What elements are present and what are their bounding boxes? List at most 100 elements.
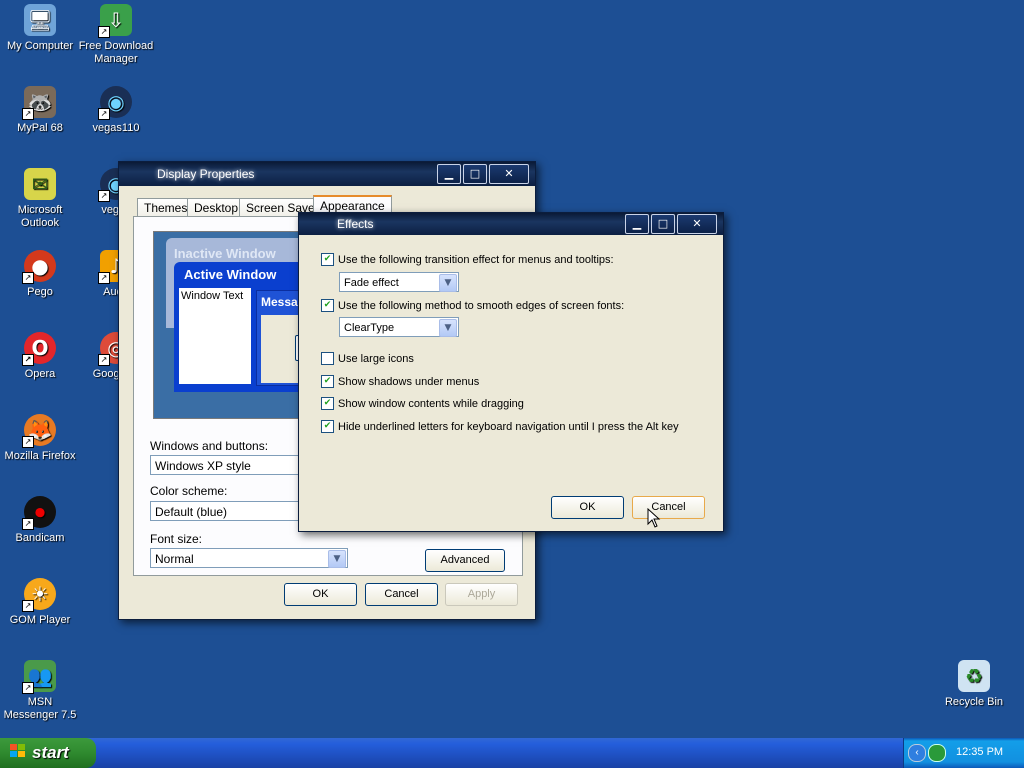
menu-shadows-label: Show shadows under menus [338,375,480,388]
desktop-icon-label: Bandicam [15,532,65,544]
minimize-button[interactable]: ▁ [625,214,649,234]
hide-underline-label: Hide underlined letters for keyboard nav… [338,420,679,433]
outlook-icon: ✉ [24,168,56,200]
effects-titlebar[interactable]: Effects ▁ □ ✕ [299,213,723,235]
desktop-icon-label: Microsoft Outlook [17,204,63,229]
advanced-button[interactable]: Advanced [425,549,505,572]
desktop-icon-bandicam[interactable]: ⏺ ↗ Bandicam [0,496,80,545]
shortcut-arrow-icon: ↗ [98,190,110,202]
active-window-preview: Active Window Window Text Messag [174,262,314,392]
shortcut-arrow-icon: ↗ [98,354,110,366]
color-scheme-select[interactable]: Default (blue) [150,501,300,521]
desktop-icon-msn[interactable]: 👥 ↗ MSN Messenger 7.5 [0,660,80,722]
active-window-title: Active Window [184,267,277,282]
menu-shadows-option[interactable]: ✔ Show shadows under menus [321,375,479,388]
desktop-icon-vegas110[interactable]: ◉ ↗ vegas110 [76,86,156,135]
large-icons-label: Use large icons [338,352,414,365]
smooth-edges-select[interactable]: ClearType ▼ [339,317,459,337]
desktop-icon-label: My Computer [6,40,74,52]
desktop-icon-label: Mozilla Firefox [4,450,76,462]
shortcut-arrow-icon: ↗ [22,600,34,612]
menu-shadows-checkbox[interactable]: ✔ [321,375,334,388]
effects-ok-button[interactable]: OK [551,496,624,519]
hide-underline-checkbox[interactable]: ✔ [321,420,334,433]
drag-contents-checkbox[interactable]: ✔ [321,397,334,410]
window-text-preview: Window Text [179,288,251,384]
start-button[interactable]: start [0,738,96,768]
bandicam-icon: ⏺ ↗ [22,496,56,530]
taskbar: start ‹ 12:35 PM [0,738,1024,768]
shortcut-arrow-icon: ↗ [22,682,34,694]
effects-cancel-button[interactable]: Cancel [632,496,705,519]
color-scheme-label: Color scheme: [150,484,228,498]
smooth-edges-option[interactable]: ✔ Use the following method to smooth edg… [321,299,624,312]
maximize-icon: □ [469,167,481,180]
hide-underline-option[interactable]: ✔ Hide underlined letters for keyboard n… [321,420,679,433]
minimize-button[interactable]: ▁ [437,164,461,184]
shortcut-arrow-icon: ↗ [22,436,34,448]
clock[interactable]: 12:35 PM [956,746,1003,758]
maximize-button[interactable]: □ [463,164,487,184]
raccoon-icon: 🦝 ↗ [22,86,56,120]
transition-effect-label: Use the following transition effect for … [338,253,614,266]
start-label: start [32,743,69,762]
desktop-icon-label: MyPal 68 [17,122,63,134]
display-properties-titlebar[interactable]: Display Properties ▁ □ ✕ [119,162,535,186]
desktop-icon-label: vegas110 [92,122,140,134]
desktop-icon-gom-player[interactable]: ☀ ↗ GOM Player [0,578,80,627]
windows-and-buttons-select[interactable]: Windows XP style [150,455,300,475]
desktop-icon-label: Pego [27,286,53,298]
chevron-down-icon: ▼ [439,319,457,337]
window-title: Display Properties [157,167,255,181]
download-manager-icon: ⇩ ↗ [98,4,132,38]
tab-themes[interactable]: Themes [137,198,195,217]
chevron-down-icon: ▼ [439,274,457,292]
transition-effect-checkbox[interactable]: ✔ [321,253,334,266]
close-icon: ✕ [504,167,514,180]
ok-button[interactable]: OK [284,583,357,606]
desktop-icon-recycle-bin[interactable]: ♻ Recycle Bin [934,660,1014,709]
large-icons-option[interactable]: Use large icons [321,352,414,365]
large-icons-checkbox[interactable] [321,352,334,365]
tab-desktop[interactable]: Desktop [187,198,246,217]
drag-contents-option[interactable]: ✔ Show window contents while dragging [321,397,524,410]
desktop-icon-opera[interactable]: O ↗ Opera [0,332,80,381]
desktop-icon-label: MSN Messenger 7.5 [3,696,77,721]
desktop-icon-my-computer[interactable]: 🖥 My Computer [0,4,80,53]
tray-expand-icon[interactable]: ‹ [908,744,926,762]
transition-effect-option[interactable]: ✔ Use the following transition effect fo… [321,253,614,266]
shortcut-arrow-icon: ↗ [22,354,34,366]
appearance-preview: Inactive Window Active Window Window Tex… [153,231,315,419]
cancel-button[interactable]: Cancel [365,583,438,606]
transition-effect-select[interactable]: Fade effect ▼ [339,272,459,292]
font-size-select[interactable]: Normal ▼ [150,548,348,568]
windows-flag-icon [10,738,26,768]
maximize-icon: □ [657,217,669,230]
desktop-icon-outlook[interactable]: ✉ Microsoft Outlook [0,168,80,230]
close-button[interactable]: ✕ [489,164,529,184]
shortcut-arrow-icon: ↗ [98,26,110,38]
effects-dialog: Effects ▁ □ ✕ ✔ Use the following transi… [298,212,724,532]
desktop-icon-firefox[interactable]: 🦊 ↗ Mozilla Firefox [0,414,80,463]
font-size-label: Font size: [150,532,203,546]
mouse-cursor-icon [647,508,661,528]
maximize-button[interactable]: □ [651,214,675,234]
close-button[interactable]: ✕ [677,214,717,234]
desktop-icon-mypal[interactable]: 🦝 ↗ MyPal 68 [0,86,80,135]
smooth-edges-checkbox[interactable]: ✔ [321,299,334,312]
network-icon[interactable] [928,744,946,762]
effects-title: Effects [337,217,374,231]
minimize-icon: ▁ [444,167,454,180]
pego-icon: ● ↗ [22,250,56,284]
close-icon: ✕ [692,217,702,230]
apply-button[interactable]: Apply [445,583,518,606]
gom-player-icon: ☀ ↗ [22,578,56,612]
drag-contents-label: Show window contents while dragging [338,397,524,410]
desktop-icon-label: Opera [24,368,56,380]
desktop-icon-label: GOM Player [9,614,71,626]
windows-and-buttons-label: Windows and buttons: [150,439,269,453]
desktop-icon-label: Free Download Manager [78,40,154,65]
desktop-icon-download-manager[interactable]: ⇩ ↗ Free Download Manager [76,4,156,66]
desktop-icon-pego[interactable]: ● ↗ Pego [0,250,80,299]
opera-icon: O ↗ [22,332,56,366]
